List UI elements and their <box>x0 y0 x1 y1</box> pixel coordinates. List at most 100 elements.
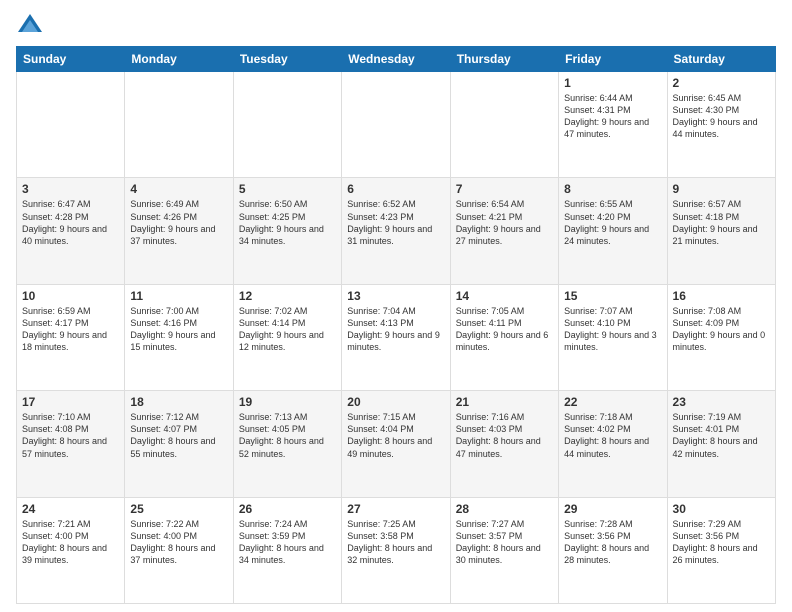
day-number: 9 <box>673 182 770 196</box>
calendar-cell: 29Sunrise: 7:28 AM Sunset: 3:56 PM Dayli… <box>559 497 667 603</box>
calendar-cell: 5 Sunrise: 6:50 AM Sunset: 4:25 PM Daylig… <box>233 178 341 284</box>
day-info: Sunrise: 7:19 AM Sunset: 4:01 PM Dayligh… <box>673 411 770 460</box>
day-number: 30 <box>673 502 770 516</box>
calendar-cell: 12Sunrise: 7:02 AM Sunset: 4:14 PM Dayli… <box>233 284 341 390</box>
day-info: Sunrise: 7:04 AM Sunset: 4:13 PM Dayligh… <box>347 305 444 354</box>
day-info: Sunrise: 7:07 AM Sunset: 4:10 PM Dayligh… <box>564 305 661 354</box>
day-number: 19 <box>239 395 336 409</box>
calendar-cell: 2 Sunrise: 6:45 AM Sunset: 4:30 PM Daylig… <box>667 72 775 178</box>
day-info: Sunrise: 6:49 AM Sunset: 4:26 PM Dayligh… <box>130 198 227 247</box>
calendar-cell <box>450 72 558 178</box>
calendar-cell: 17 Sunrise: 7:10 AM Sunset: 4:08 PM Dayli… <box>17 391 125 497</box>
week-row-2: 3 Sunrise: 6:47 AM Sunset: 4:28 PM Daylig… <box>17 178 776 284</box>
calendar-cell: 16 Sunrise: 7:08 AM Sunset: 4:09 PM Dayli… <box>667 284 775 390</box>
week-row-1: 1Sunrise: 6:44 AM Sunset: 4:31 PM Daylig… <box>17 72 776 178</box>
day-info: Sunrise: 7:10 AM Sunset: 4:08 PM Dayligh… <box>22 411 119 460</box>
day-number: 27 <box>347 502 444 516</box>
col-header-tuesday: Tuesday <box>233 47 341 72</box>
day-info: Sunrise: 6:52 AM Sunset: 4:23 PM Dayligh… <box>347 198 444 247</box>
calendar-cell: 23 Sunrise: 7:19 AM Sunset: 4:01 PM Dayli… <box>667 391 775 497</box>
day-info: Sunrise: 7:00 AM Sunset: 4:16 PM Dayligh… <box>130 305 227 354</box>
col-header-sunday: Sunday <box>17 47 125 72</box>
day-number: 26 <box>239 502 336 516</box>
day-number: 3 <box>22 182 119 196</box>
calendar-cell: 9Sunrise: 6:57 AM Sunset: 4:18 PM Daylig… <box>667 178 775 284</box>
day-info: Sunrise: 7:18 AM Sunset: 4:02 PM Dayligh… <box>564 411 661 460</box>
day-number: 29 <box>564 502 661 516</box>
calendar-cell: 6 Sunrise: 6:52 AM Sunset: 4:23 PM Daylig… <box>342 178 450 284</box>
day-info: Sunrise: 6:55 AM Sunset: 4:20 PM Dayligh… <box>564 198 661 247</box>
day-number: 13 <box>347 289 444 303</box>
calendar-cell: 19 Sunrise: 7:13 AM Sunset: 4:05 PM Dayli… <box>233 391 341 497</box>
day-info: Sunrise: 7:02 AM Sunset: 4:14 PM Dayligh… <box>239 305 336 354</box>
calendar-cell: 7 Sunrise: 6:54 AM Sunset: 4:21 PM Daylig… <box>450 178 558 284</box>
day-number: 22 <box>564 395 661 409</box>
day-number: 11 <box>130 289 227 303</box>
calendar-cell: 21 Sunrise: 7:16 AM Sunset: 4:03 PM Dayli… <box>450 391 558 497</box>
day-info: Sunrise: 7:24 AM Sunset: 3:59 PM Dayligh… <box>239 518 336 567</box>
day-number: 5 <box>239 182 336 196</box>
day-info: Sunrise: 7:25 AM Sunset: 3:58 PM Dayligh… <box>347 518 444 567</box>
calendar-cell: 22 Sunrise: 7:18 AM Sunset: 4:02 PM Dayli… <box>559 391 667 497</box>
day-info: Sunrise: 6:54 AM Sunset: 4:21 PM Dayligh… <box>456 198 553 247</box>
day-number: 16 <box>673 289 770 303</box>
calendar-cell: 8 Sunrise: 6:55 AM Sunset: 4:20 PM Daylig… <box>559 178 667 284</box>
day-info: Sunrise: 7:16 AM Sunset: 4:03 PM Dayligh… <box>456 411 553 460</box>
day-number: 8 <box>564 182 661 196</box>
calendar-cell: 13 Sunrise: 7:04 AM Sunset: 4:13 PM Dayli… <box>342 284 450 390</box>
calendar-cell: 24 Sunrise: 7:21 AM Sunset: 4:00 PM Dayli… <box>17 497 125 603</box>
calendar-cell: 20 Sunrise: 7:15 AM Sunset: 4:04 PM Dayli… <box>342 391 450 497</box>
day-info: Sunrise: 7:21 AM Sunset: 4:00 PM Dayligh… <box>22 518 119 567</box>
calendar-cell <box>17 72 125 178</box>
calendar-table: SundayMondayTuesdayWednesdayThursdayFrid… <box>16 46 776 604</box>
day-number: 4 <box>130 182 227 196</box>
calendar-cell: 27 Sunrise: 7:25 AM Sunset: 3:58 PM Dayli… <box>342 497 450 603</box>
day-number: 7 <box>456 182 553 196</box>
week-row-3: 10 Sunrise: 6:59 AM Sunset: 4:17 PM Dayli… <box>17 284 776 390</box>
day-number: 21 <box>456 395 553 409</box>
day-number: 1 <box>564 76 661 90</box>
day-info: Sunrise: 7:12 AM Sunset: 4:07 PM Dayligh… <box>130 411 227 460</box>
day-info: Sunrise: 7:13 AM Sunset: 4:05 PM Dayligh… <box>239 411 336 460</box>
col-header-saturday: Saturday <box>667 47 775 72</box>
col-header-thursday: Thursday <box>450 47 558 72</box>
day-number: 20 <box>347 395 444 409</box>
calendar-cell: 18 Sunrise: 7:12 AM Sunset: 4:07 PM Dayli… <box>125 391 233 497</box>
calendar-cell: 28Sunrise: 7:27 AM Sunset: 3:57 PM Dayli… <box>450 497 558 603</box>
day-info: Sunrise: 6:47 AM Sunset: 4:28 PM Dayligh… <box>22 198 119 247</box>
calendar-cell: 3 Sunrise: 6:47 AM Sunset: 4:28 PM Daylig… <box>17 178 125 284</box>
day-info: Sunrise: 7:29 AM Sunset: 3:56 PM Dayligh… <box>673 518 770 567</box>
day-number: 17 <box>22 395 119 409</box>
calendar-cell: 30 Sunrise: 7:29 AM Sunset: 3:56 PM Dayli… <box>667 497 775 603</box>
calendar-cell: 4 Sunrise: 6:49 AM Sunset: 4:26 PM Daylig… <box>125 178 233 284</box>
day-info: Sunrise: 7:15 AM Sunset: 4:04 PM Dayligh… <box>347 411 444 460</box>
calendar-cell <box>233 72 341 178</box>
calendar-cell: 11 Sunrise: 7:00 AM Sunset: 4:16 PM Dayli… <box>125 284 233 390</box>
day-number: 23 <box>673 395 770 409</box>
page: SundayMondayTuesdayWednesdayThursdayFrid… <box>0 0 792 612</box>
calendar-cell: 14 Sunrise: 7:05 AM Sunset: 4:11 PM Dayli… <box>450 284 558 390</box>
day-info: Sunrise: 6:45 AM Sunset: 4:30 PM Dayligh… <box>673 92 770 141</box>
col-header-friday: Friday <box>559 47 667 72</box>
day-number: 2 <box>673 76 770 90</box>
calendar-cell: 26 Sunrise: 7:24 AM Sunset: 3:59 PM Dayli… <box>233 497 341 603</box>
day-info: Sunrise: 7:08 AM Sunset: 4:09 PM Dayligh… <box>673 305 770 354</box>
header <box>16 12 776 40</box>
calendar-cell: 15 Sunrise: 7:07 AM Sunset: 4:10 PM Dayli… <box>559 284 667 390</box>
calendar-cell <box>125 72 233 178</box>
day-info: Sunrise: 7:05 AM Sunset: 4:11 PM Dayligh… <box>456 305 553 354</box>
day-number: 6 <box>347 182 444 196</box>
day-info: Sunrise: 6:59 AM Sunset: 4:17 PM Dayligh… <box>22 305 119 354</box>
day-number: 25 <box>130 502 227 516</box>
day-info: Sunrise: 6:50 AM Sunset: 4:25 PM Dayligh… <box>239 198 336 247</box>
day-info: Sunrise: 7:27 AM Sunset: 3:57 PM Dayligh… <box>456 518 553 567</box>
day-number: 15 <box>564 289 661 303</box>
logo <box>16 12 48 40</box>
day-number: 14 <box>456 289 553 303</box>
day-number: 18 <box>130 395 227 409</box>
day-number: 24 <box>22 502 119 516</box>
day-number: 10 <box>22 289 119 303</box>
calendar-header-row: SundayMondayTuesdayWednesdayThursdayFrid… <box>17 47 776 72</box>
week-row-4: 17 Sunrise: 7:10 AM Sunset: 4:08 PM Dayli… <box>17 391 776 497</box>
calendar-cell: 1Sunrise: 6:44 AM Sunset: 4:31 PM Daylig… <box>559 72 667 178</box>
